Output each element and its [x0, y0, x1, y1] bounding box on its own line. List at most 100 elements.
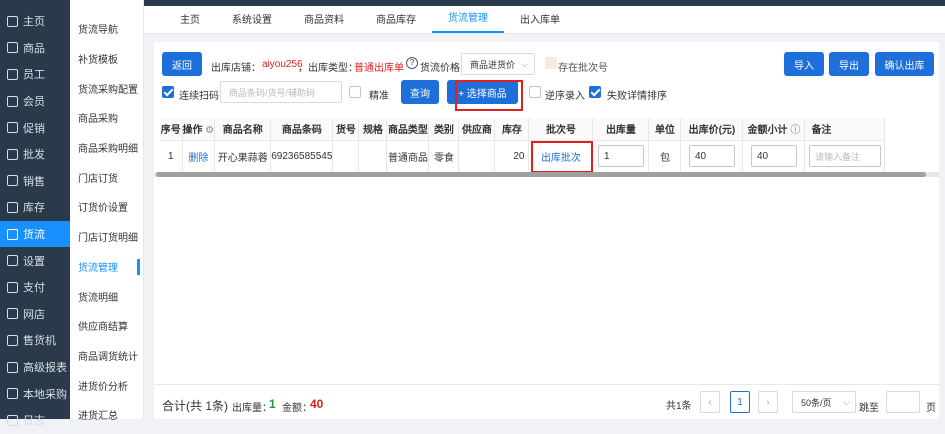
fail-sort-checkbox[interactable]	[589, 86, 601, 98]
sidebar-item-4[interactable]: 促销	[0, 114, 70, 141]
scrollbar-thumb[interactable]	[156, 172, 926, 177]
prev-page-button[interactable]: ‹	[700, 391, 720, 413]
header-category: 类别	[428, 118, 460, 141]
sidebar-item-0[interactable]: 主页	[0, 8, 70, 35]
tab-5[interactable]: 出入库单	[504, 11, 576, 33]
row-barcode: 69236585545	[270, 140, 334, 173]
store-value: aiyou256	[262, 59, 303, 70]
subnav-item-8[interactable]: 货流管理	[70, 252, 143, 282]
row-batch-cell: 出库批次	[528, 140, 594, 173]
delete-link[interactable]: 删除	[182, 140, 216, 173]
log-icon	[7, 414, 18, 426]
fail-sort-label: 失败详情排序	[607, 91, 667, 102]
record-count: 共1条	[666, 401, 692, 412]
subnav-item-4[interactable]: 商品采购明细	[70, 133, 143, 163]
table-row: 1 删除 开心果蒜蓉 69236585545 普通商品 零食 20 出库批次 1…	[160, 140, 886, 173]
back-button[interactable]: 返回	[162, 52, 202, 76]
import-button[interactable]: 导入	[784, 52, 824, 76]
member-icon	[7, 95, 18, 107]
sidebar-item-2[interactable]: 员工	[0, 61, 70, 88]
tab-3[interactable]: 商品库存	[360, 11, 432, 33]
sidebar-item-14[interactable]: 本地采购	[0, 380, 70, 407]
footer-bar: 合计(共 1条) 出库量： 1 金额： 40 共1条 ‹ 1 › 50条/页 ⌵…	[154, 384, 939, 419]
shop-icon	[7, 308, 18, 320]
tab-4[interactable]: 货流管理	[432, 9, 504, 33]
jump-page-input[interactable]	[886, 391, 920, 413]
remark-input[interactable]: 请输入备注	[808, 145, 881, 167]
next-page-button[interactable]: ›	[758, 391, 778, 413]
qty-total-label: 出库量：	[232, 403, 272, 414]
sidebar-item-label: 售货机	[23, 335, 56, 348]
confirm-outbound-button[interactable]: 确认出库	[875, 52, 934, 76]
subnav-item-10[interactable]: 供应商结算	[70, 311, 143, 341]
sidebar-item-1[interactable]: 商品	[0, 35, 70, 62]
sidebar-item-5[interactable]: 批发	[0, 141, 70, 168]
sidebar-item-label: 货流	[23, 229, 45, 242]
header-sku: 货号	[332, 118, 360, 141]
header-subtotal-label: 金额小计	[747, 125, 788, 137]
sidebar-item-label: 网店	[23, 308, 45, 321]
subnav-item-11[interactable]: 商品调货统计	[70, 341, 143, 371]
tab-2[interactable]: 商品资料	[288, 11, 360, 33]
header-type: 商品类型	[386, 118, 430, 141]
tab-1[interactable]: 系统设置	[216, 11, 288, 33]
row-remark-cell: 请输入备注	[804, 140, 886, 173]
sidebar-item-label: 设置	[23, 255, 45, 268]
subnav-item-0[interactable]: 货流导航	[70, 14, 143, 44]
subnav-item-1[interactable]: 补货模板	[70, 44, 143, 74]
subnav-item-9[interactable]: 货流明细	[70, 281, 143, 311]
sidebar-item-label: 主页	[23, 16, 45, 29]
page-unit-label: 页	[926, 403, 936, 414]
page-1-button[interactable]: 1	[730, 391, 750, 413]
export-button[interactable]: 导出	[829, 52, 869, 76]
page-size-select[interactable]: 50条/页 ⌵	[792, 391, 856, 413]
tab-0[interactable]: 主页	[164, 11, 216, 33]
exact-checkbox[interactable]	[349, 86, 361, 98]
sidebar-item-6[interactable]: 销售	[0, 168, 70, 195]
sidebar-item-10[interactable]: 支付	[0, 274, 70, 301]
row-price-cell: 40	[680, 140, 744, 173]
sidebar-item-3[interactable]: 会员	[0, 88, 70, 115]
subnav-item-3[interactable]: 商品采购	[70, 103, 143, 133]
batch-highlight	[531, 140, 594, 173]
continuous-scan-checkbox[interactable]	[162, 86, 174, 98]
header-qty: 出库量	[592, 118, 650, 141]
header-index: 序号	[160, 118, 183, 141]
sidebar-item-9[interactable]: 设置	[0, 247, 70, 274]
row-spec	[358, 140, 388, 173]
promo-icon	[7, 122, 18, 134]
search-input[interactable]: 商品条码/货号/辅助码	[220, 81, 342, 103]
price-input[interactable]: 40	[688, 145, 735, 167]
horizontal-scrollbar[interactable]	[154, 172, 939, 177]
logo-strip	[0, 0, 70, 8]
main-sidebar: 主页 商品 员工 会员 促销 批发 销售 库存 货流 设置 支付 网店 售货机 高级报表 本地采购 日志	[0, 0, 70, 427]
jump-label: 跳至	[859, 403, 879, 414]
subnav-item-12[interactable]: 进货价分析	[70, 370, 143, 400]
reverse-entry-checkbox[interactable]	[529, 86, 541, 98]
subtotal-input[interactable]: 40	[750, 145, 797, 167]
chevron-right-icon: ›	[766, 396, 770, 408]
header-price: 出库价(元)	[680, 118, 744, 141]
goods-table: 序号 操作 ⚙ 商品名称 商品条码 货号 规格 商品类型 类别 供应商 库存 批…	[160, 118, 886, 173]
sidebar-item-12[interactable]: 售货机	[0, 327, 70, 354]
subnav-item-7[interactable]: 门店订货明细	[70, 222, 143, 252]
subnav-item-13[interactable]: 进货汇总	[70, 400, 143, 430]
sidebar-item-13[interactable]: 高级报表	[0, 354, 70, 381]
price-select[interactable]: 商品进货价 ⌵	[461, 53, 535, 75]
subnav-item-2[interactable]: 货流采购配置	[70, 73, 143, 103]
subnav-item-6[interactable]: 订货价设置	[70, 192, 143, 222]
sidebar-item-8[interactable]: 货流	[0, 220, 70, 248]
subnav-item-5[interactable]: 门店订货	[70, 162, 143, 192]
price-select-value: 商品进货价	[470, 59, 516, 70]
sidebar-item-11[interactable]: 网店	[0, 301, 70, 328]
page-tabs: 主页 系统设置 商品资料 商品库存 货流管理 出入库单	[144, 6, 945, 34]
chevron-down-icon: ⌵	[843, 396, 850, 407]
sidebar-item-label: 高级报表	[23, 362, 67, 375]
total-label: 合计(共 1条)	[162, 399, 229, 413]
query-button[interactable]: 查询	[401, 80, 439, 104]
sidebar-item-15[interactable]: 日志	[0, 407, 70, 434]
batch-checkbox[interactable]	[545, 57, 557, 69]
sidebar-item-label: 会员	[23, 96, 45, 109]
qty-input[interactable]: 1	[597, 145, 644, 167]
sidebar-item-7[interactable]: 库存	[0, 194, 70, 221]
